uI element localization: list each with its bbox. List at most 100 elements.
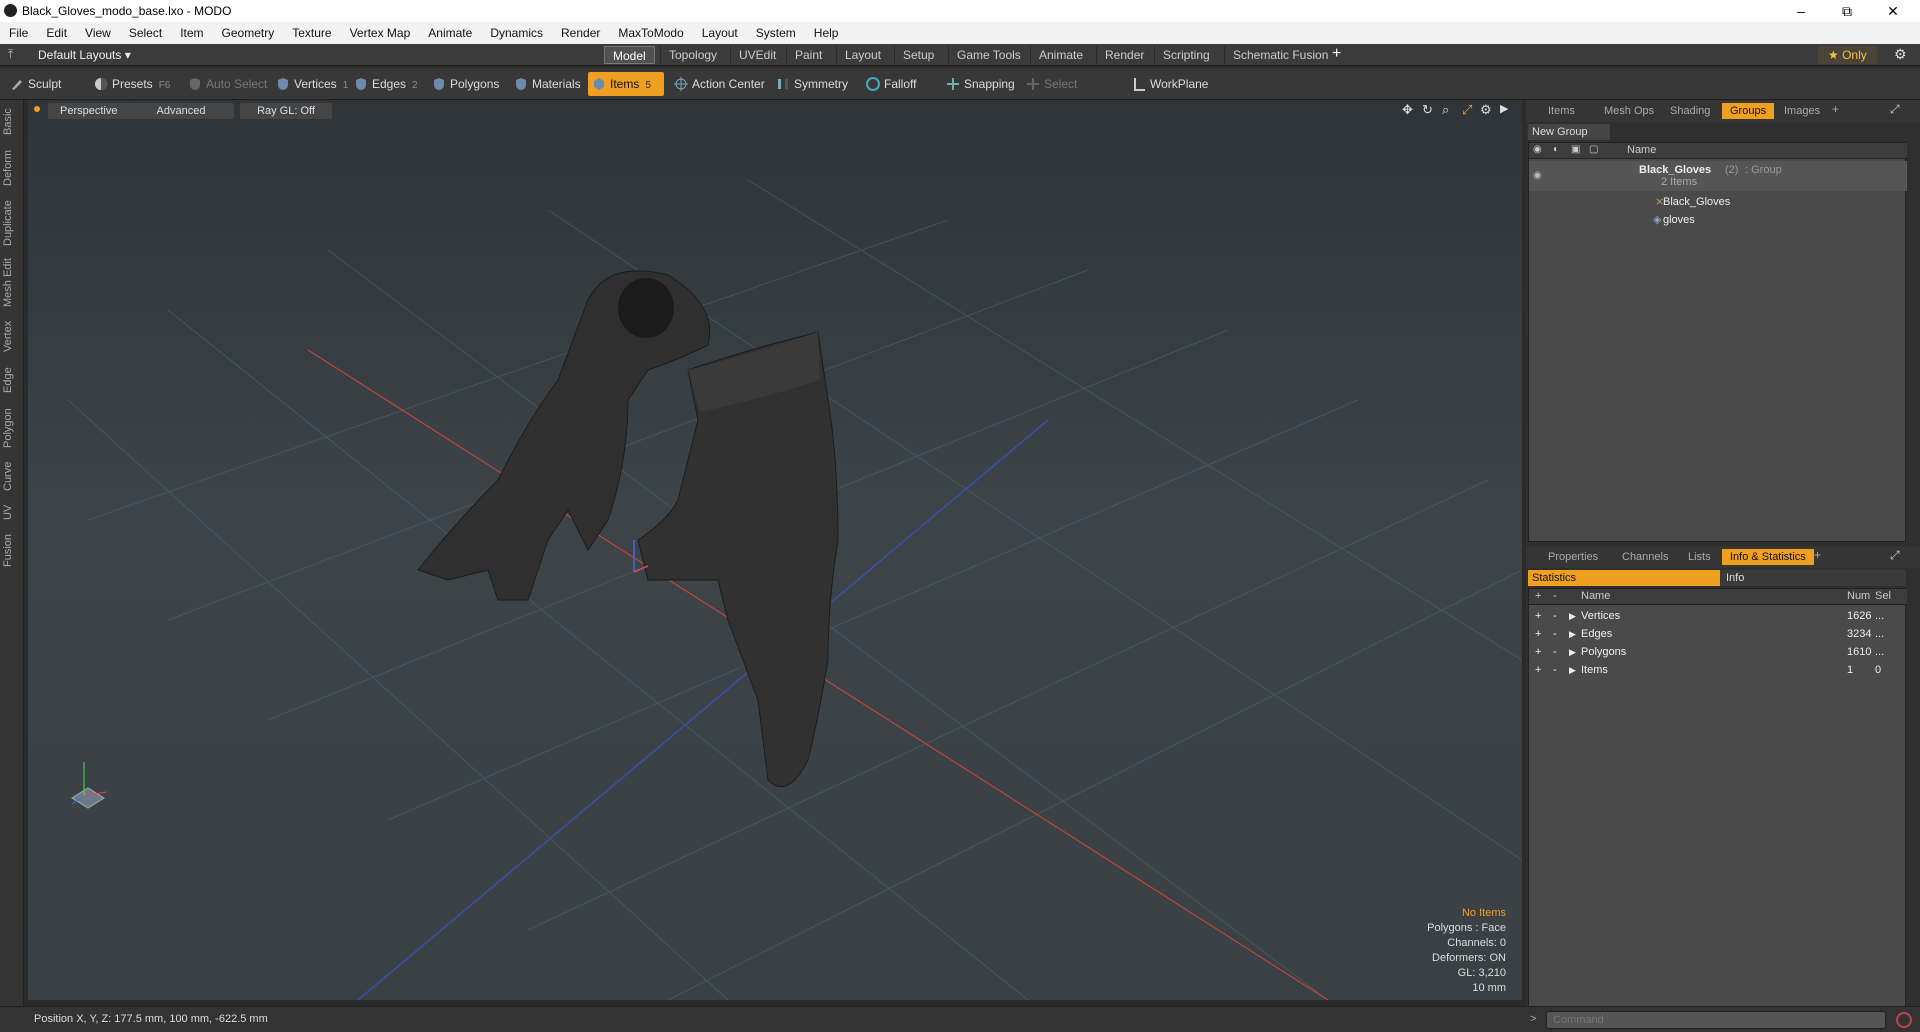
vtab-uv[interactable]: UV <box>2 500 22 524</box>
auto-select-button[interactable]: Auto Select <box>184 72 270 96</box>
render-icon[interactable]: ◐ <box>1553 144 1559 155</box>
vtab-vertex[interactable]: Vertex <box>2 316 22 356</box>
menu-animate[interactable]: Animate <box>419 26 481 40</box>
tree-item-black-gloves[interactable]: ⨯ Black_Gloves <box>1529 193 1907 211</box>
tab-model[interactable]: Model <box>604 46 655 64</box>
vtab-deform[interactable]: Deform <box>2 146 22 190</box>
tab-channels[interactable]: Channels <box>1614 549 1676 565</box>
shading-advanced-button[interactable]: Advanced <box>128 103 234 119</box>
tab-info-statistics[interactable]: Info & Statistics <box>1722 549 1814 565</box>
tab-schematic-fusion[interactable]: Schematic Fusion <box>1224 46 1336 64</box>
new-group-button[interactable]: New Group <box>1528 124 1610 140</box>
tab-lists[interactable]: Lists <box>1680 549 1719 565</box>
tab-properties[interactable]: Properties <box>1540 549 1606 565</box>
subtab-statistics[interactable]: Statistics <box>1528 570 1720 586</box>
viewport-dot-icon[interactable] <box>34 106 40 112</box>
minimize-button[interactable]: – <box>1778 0 1824 22</box>
subtab-info[interactable]: Info <box>1726 570 1744 586</box>
tab-mesh-ops[interactable]: Mesh Ops <box>1596 103 1662 119</box>
vtab-mesh-edit[interactable]: Mesh Edit <box>2 256 22 310</box>
visibility-eye-icon[interactable]: ◉ <box>1533 144 1542 155</box>
items-button[interactable]: Items 5 <box>588 72 664 96</box>
stats-row-items[interactable]: + - ▶ Items 1 0 <box>1529 661 1907 679</box>
rotate-icon[interactable]: ↻ <box>1422 102 1433 118</box>
3d-viewport[interactable]: No Items Polygons : Face Channels: 0 Def… <box>28 100 1522 1000</box>
menu-item[interactable]: Item <box>171 26 212 40</box>
menu-edit[interactable]: Edit <box>37 26 76 40</box>
polygons-button[interactable]: Polygons <box>428 72 502 96</box>
menu-view[interactable]: View <box>76 26 120 40</box>
menu-vertex-map[interactable]: Vertex Map <box>341 26 420 40</box>
only-button[interactable]: ★ Only <box>1818 46 1877 64</box>
row-collapse-icon[interactable]: - <box>1553 607 1557 625</box>
workplane-button[interactable]: WorkPlane <box>1128 72 1208 96</box>
materials-button[interactable]: Materials <box>510 72 582 96</box>
menu-geometry[interactable]: Geometry <box>213 26 284 40</box>
tab-layout[interactable]: Layout <box>836 46 889 64</box>
menu-texture[interactable]: Texture <box>283 26 340 40</box>
row-arrow-icon[interactable]: ▶ <box>1569 607 1576 625</box>
select-icon[interactable]: ▢ <box>1589 144 1598 155</box>
stats-row-edges[interactable]: + - ▶ Edges 3234 ... <box>1529 625 1907 643</box>
stats-row-vertices[interactable]: + - ▶ Vertices 1626 ... <box>1529 607 1907 625</box>
row-collapse-icon[interactable]: - <box>1553 643 1557 661</box>
expand-all-icon[interactable]: + <box>1535 590 1541 602</box>
close-button[interactable]: ✕ <box>1870 0 1916 22</box>
stats-row-polygons[interactable]: + - ▶ Polygons 1610 ... <box>1529 643 1907 661</box>
tab-uvedit[interactable]: UVEdit <box>730 46 784 64</box>
row-expand-icon[interactable]: + <box>1535 607 1541 625</box>
menu-help[interactable]: Help <box>805 26 848 40</box>
row-arrow-icon[interactable]: ▶ <box>1569 661 1576 679</box>
record-icon[interactable] <box>1896 1012 1912 1028</box>
row-arrow-icon[interactable]: ▶ <box>1569 643 1576 661</box>
zoom-icon[interactable]: ⌕ <box>1442 102 1449 118</box>
row-collapse-icon[interactable]: - <box>1553 661 1557 679</box>
tab-render[interactable]: Render <box>1096 46 1152 64</box>
expand-stats-icon[interactable]: ⤢ <box>1890 548 1900 563</box>
row-arrow-icon[interactable]: ▶ <box>1569 625 1576 643</box>
tab-animate[interactable]: Animate <box>1030 46 1091 64</box>
tree-item-gloves[interactable]: ◈ gloves <box>1529 211 1907 229</box>
menu-render[interactable]: Render <box>552 26 609 40</box>
settings-gear-icon[interactable]: ⚙ <box>1894 46 1907 63</box>
vtab-basic[interactable]: Basic <box>2 104 22 140</box>
row-expand-icon[interactable]: + <box>1535 643 1541 661</box>
viewport-menu-arrow-icon[interactable]: ▶ <box>1500 102 1508 115</box>
snapping-button[interactable]: Snapping <box>942 72 1018 96</box>
sculpt-button[interactable]: Sculpt <box>6 72 86 96</box>
vtab-edge[interactable]: Edge <box>2 362 22 398</box>
vertices-button[interactable]: Vertices 1 <box>272 72 348 96</box>
tab-scripting[interactable]: Scripting <box>1154 46 1218 64</box>
tab-groups[interactable]: Groups <box>1722 103 1775 119</box>
add-tab-button[interactable]: + <box>1332 45 1341 63</box>
expand-panel-icon[interactable]: ⤢ <box>1890 102 1900 117</box>
edges-button[interactable]: Edges 2 <box>350 72 424 96</box>
lock-icon[interactable]: ▣ <box>1571 144 1580 155</box>
falloff-button[interactable]: Falloff <box>862 72 932 96</box>
row-expand-icon[interactable]: + <box>1535 661 1541 679</box>
fit-view-icon[interactable]: ⤢ <box>1462 102 1472 118</box>
select-through-button[interactable]: Select Through <box>1022 72 1122 115</box>
group-visibility-eye-icon[interactable]: ◉ <box>1533 167 1542 185</box>
tab-topology[interactable]: Topology <box>660 46 725 64</box>
menu-dynamics[interactable]: Dynamics <box>481 26 552 40</box>
tab-setup[interactable]: Setup <box>894 46 942 64</box>
raygl-button[interactable]: Ray GL: Off <box>240 103 332 119</box>
menu-file[interactable]: File <box>0 26 37 40</box>
command-input[interactable] <box>1546 1011 1886 1029</box>
vtab-fusion[interactable]: Fusion <box>2 530 22 570</box>
group-row[interactable]: ◉ Black_Gloves (2) : Group 2 Items <box>1529 161 1907 191</box>
add-panel-tab-button[interactable]: + <box>1832 102 1839 116</box>
tab-paint[interactable]: Paint <box>786 46 830 64</box>
menu-maxtomodo[interactable]: MaxToModo <box>609 26 692 40</box>
maximize-button[interactable]: ⧉ <box>1824 0 1870 22</box>
add-stats-tab-button[interactable]: + <box>1814 548 1821 562</box>
menu-layout[interactable]: Layout <box>693 26 747 40</box>
vtab-duplicate[interactable]: Duplicate <box>2 196 22 250</box>
view-perspective-button[interactable]: Perspective <box>48 103 130 119</box>
row-collapse-icon[interactable]: - <box>1553 625 1557 643</box>
viewport-settings-icon[interactable]: ⚙ <box>1480 102 1492 118</box>
vtab-polygon[interactable]: Polygon <box>2 404 22 452</box>
symmetry-button[interactable]: Symmetry <box>772 72 854 96</box>
layout-preset-dropdown[interactable]: Default Layouts ▾ <box>38 48 131 62</box>
